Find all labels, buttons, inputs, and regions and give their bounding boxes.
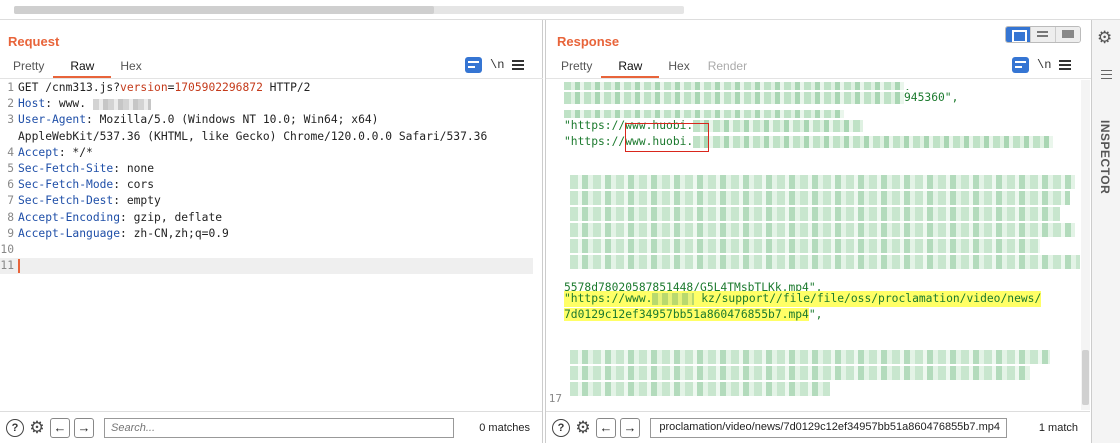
redacted-block	[570, 175, 1075, 189]
code-line: "https://www. kz/support//file/file/oss/…	[546, 291, 1066, 308]
horizontal-scrollbar-thumb[interactable]	[14, 6, 434, 14]
arrow-right-icon[interactable]: →	[74, 417, 94, 438]
redacted-block	[570, 350, 1050, 364]
code-line: 2 Host: www.	[0, 96, 543, 112]
show-newlines-button[interactable]: \n	[490, 58, 504, 72]
code-line	[546, 106, 1066, 119]
request-search-input[interactable]	[104, 417, 454, 438]
redacted-host	[92, 98, 151, 110]
request-match-count: 0 matches	[479, 421, 530, 434]
response-tab-raw[interactable]: Raw	[601, 56, 660, 78]
settings-gear-icon[interactable]: ⚙	[574, 418, 592, 437]
redacted-block	[570, 191, 1070, 205]
response-footer: ? ⚙ ← → proclamation/video/news/7d0129c1…	[546, 411, 1090, 443]
code-line: 945360",	[546, 90, 1066, 106]
text-caret	[18, 259, 20, 274]
code-line: 10	[0, 243, 14, 257]
arrow-left-icon[interactable]: ←	[596, 417, 616, 438]
code-line: 5 Sec-Fetch-Site: none	[7, 162, 155, 176]
redacted-block	[570, 366, 1030, 380]
code-line: ,	[546, 80, 1066, 90]
redacted-block	[570, 239, 1040, 253]
layout-horizontal-icon[interactable]	[1031, 27, 1056, 42]
response-tab-render[interactable]: Render	[699, 56, 756, 78]
wrap-lines-icon[interactable]	[1012, 57, 1029, 73]
redacted-block	[570, 207, 1060, 221]
code-line: 7d0129c12ef34957bb51a860476855b7.mp4",	[564, 308, 823, 322]
code-line: 3 User-Agent: Mozilla/5.0 (Windows NT 10…	[7, 113, 379, 127]
request-tab-hex[interactable]: Hex	[111, 56, 150, 78]
response-view-tools: \n	[1012, 57, 1071, 73]
request-footer: ? ⚙ ← → 0 matches	[0, 411, 542, 443]
code-line: 17	[548, 392, 562, 405]
request-view-tools: \n	[465, 57, 524, 73]
code-line: 4 Accept: */*	[7, 145, 93, 159]
cursor-line[interactable]: 11	[0, 258, 533, 275]
search-match-highlight: "https://www. kz/support//file/file/oss/…	[564, 291, 1042, 308]
show-newlines-button[interactable]: \n	[1037, 58, 1051, 72]
response-title: Response	[557, 34, 620, 49]
code-line: "https://www.huobi.	[546, 118, 1066, 134]
request-editor[interactable]: 1 GET /cnm313.js?version=1705902296872 H…	[0, 80, 543, 410]
response-scroll-thumb[interactable]	[1082, 350, 1089, 405]
request-pane: Request Pretty Raw Hex \n 1 GET /cnm313.…	[0, 20, 543, 443]
inspector-sidebar[interactable]: ⚙ INSPECTOR	[1091, 20, 1120, 443]
code-line: 6 Sec-Fetch-Mode: cors	[7, 178, 155, 192]
top-scroll-area	[0, 0, 1120, 20]
request-tab-raw[interactable]: Raw	[53, 56, 112, 78]
code-line: 8 Accept-Encoding: gzip, deflate	[7, 210, 223, 224]
response-search-input[interactable]: proclamation/video/news/7d0129c12ef34957…	[650, 417, 1007, 438]
response-match-count: 1 match	[1038, 421, 1078, 434]
response-tab-divider	[546, 78, 1091, 79]
code-line: 5578d78020587851448/G5L4TMsbTLKk.mp4",	[564, 281, 823, 291]
layout-tabs-icon[interactable]	[1056, 27, 1080, 42]
request-title: Request	[8, 34, 60, 49]
code-line: AppleWebKit/537.36 (KHTML, like Gecko) C…	[18, 129, 488, 143]
code-line: 1 GET /cnm313.js?version=1705902296872 H…	[7, 81, 311, 94]
arrow-left-icon[interactable]: ←	[50, 417, 70, 438]
menu-icon[interactable]	[512, 60, 524, 70]
highlight-box-huobi	[625, 123, 709, 152]
settings-gear-icon[interactable]: ⚙	[1097, 28, 1112, 48]
wrap-lines-icon[interactable]	[465, 57, 482, 73]
redacted-block	[570, 255, 1080, 269]
help-icon[interactable]: ?	[552, 418, 570, 437]
menu-icon[interactable]	[1059, 60, 1071, 70]
code-line: 9 Accept-Language: zh-CN,zh;q=0.9	[7, 226, 229, 240]
help-icon[interactable]: ?	[6, 418, 24, 437]
request-tab-divider	[0, 78, 543, 79]
redacted-domain	[652, 293, 695, 305]
layout-toggle	[1005, 26, 1081, 43]
code-line: 7 Sec-Fetch-Dest: empty	[7, 194, 161, 208]
inspector-label[interactable]: INSPECTOR	[1098, 120, 1112, 194]
code-line: "https://www.huobi.	[546, 134, 1066, 150]
redacted-text	[564, 92, 904, 104]
response-pane: Response Pretty Raw Hex Render \n , 9453…	[545, 20, 1091, 443]
response-tab-hex[interactable]: Hex	[659, 56, 698, 78]
layout-split-icon[interactable]	[1006, 27, 1031, 42]
arrow-right-icon[interactable]: →	[620, 417, 640, 438]
request-tabs: Pretty Raw Hex	[4, 56, 151, 78]
inspector-lines-icon[interactable]	[1101, 70, 1112, 82]
response-vertical-scrollbar[interactable]	[1081, 80, 1090, 410]
redacted-block	[570, 223, 1075, 237]
response-tab-pretty[interactable]: Pretty	[552, 56, 601, 78]
settings-gear-icon[interactable]: ⚙	[28, 418, 46, 437]
response-tabs: Pretty Raw Hex Render	[552, 56, 756, 78]
request-tab-pretty[interactable]: Pretty	[4, 56, 53, 78]
redacted-block	[570, 382, 830, 396]
